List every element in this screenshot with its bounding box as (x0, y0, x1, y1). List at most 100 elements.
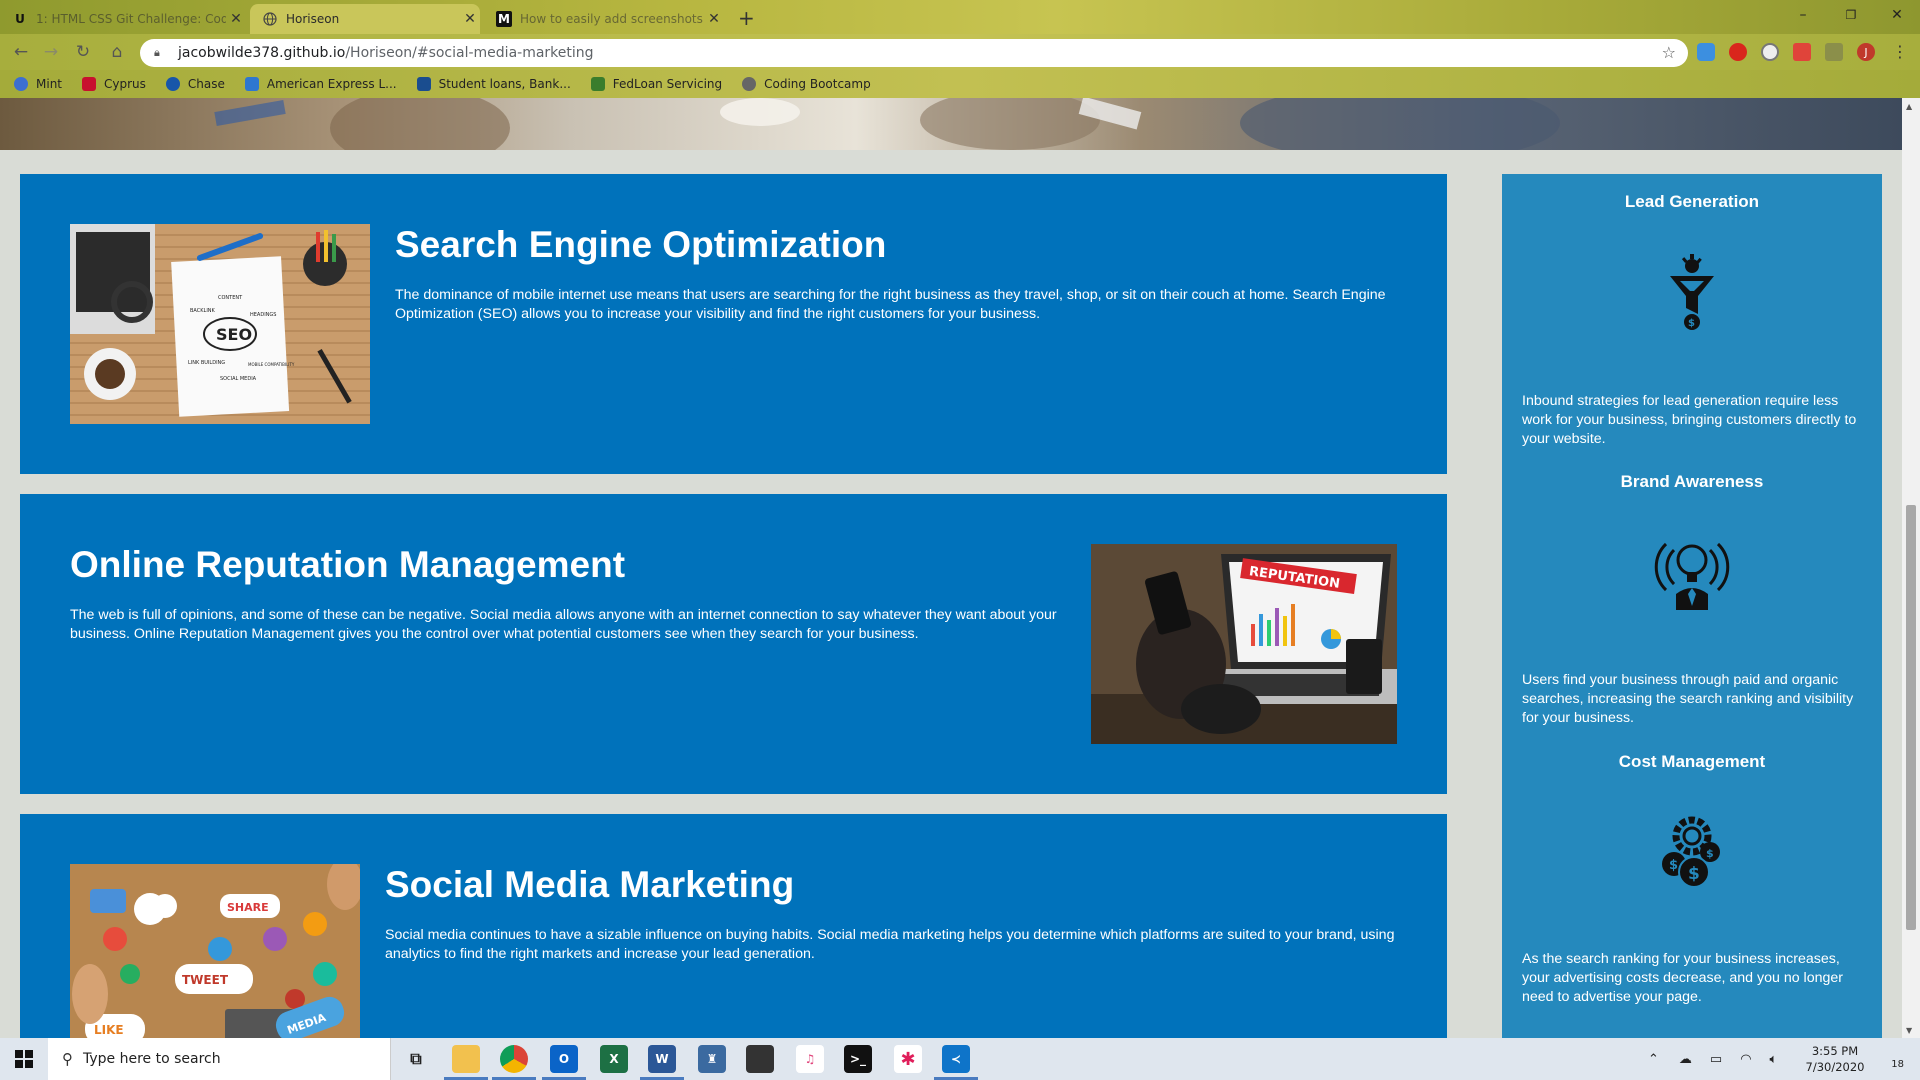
scroll-down-arrow-icon[interactable]: ▼ (1906, 1026, 1912, 1035)
show-hidden-icons-chevron-icon[interactable]: ⌃ (1648, 1052, 1659, 1067)
browser-tab-challenge[interactable]: U 1: HTML CSS Git Challenge: Code ✕ (0, 4, 246, 34)
extension-video-icon[interactable] (1793, 43, 1811, 61)
back-arrow-icon[interactable]: ← (10, 41, 32, 63)
bookmark-coding-bootcamp[interactable]: Coding Bootcamp (742, 77, 871, 91)
windows-start-button[interactable] (0, 1038, 48, 1080)
tab-title: Horiseon (286, 12, 340, 26)
outlook-icon[interactable]: O (542, 1045, 586, 1080)
social-media-marketing-section: SHARE TWEET LIKE MEDIA Social Media Mark… (20, 814, 1447, 1038)
seo-image-word: HEADINGS (250, 312, 276, 318)
seo-image-text: SEO (216, 325, 252, 344)
benefit-title: Cost Management (1618, 752, 1766, 771)
section-body: Social media continues to have a sizable… (385, 927, 1395, 962)
url-host: jacobwilde378.github.io (178, 45, 346, 61)
bookmark-chase[interactable]: Chase (165, 77, 225, 91)
page-scrollbar[interactable]: ▲ ▼ (1902, 98, 1920, 1038)
action-center-button[interactable]: 18 (1880, 1048, 1904, 1070)
menu-kebab-icon[interactable]: ⋮ (1892, 42, 1908, 61)
close-tab-icon[interactable]: ✕ (460, 11, 480, 27)
close-tab-icon[interactable]: ✕ (226, 11, 246, 27)
taskbar-clock[interactable]: 3:55 PM 7/30/2020 (1800, 1043, 1870, 1075)
terminal-icon[interactable]: >_ (844, 1045, 872, 1073)
close-window-button[interactable]: ✕ (1874, 0, 1920, 30)
vscode-icon[interactable]: ≺ (934, 1045, 978, 1080)
sticky-notes-icon[interactable] (746, 1045, 774, 1073)
extension-circle-icon[interactable] (1761, 43, 1779, 61)
excel-icon[interactable]: X (600, 1045, 628, 1073)
seo-image: SEO CONTENT BACKLINK HEADINGS LINK BUILD… (70, 224, 370, 424)
taskbar-search-box[interactable]: ⚲ Type here to search (48, 1038, 391, 1080)
social-image-word: TWEET (182, 973, 229, 987)
fedloan-icon (590, 77, 605, 91)
medium-favicon-icon: M (496, 11, 512, 27)
task-view-icon[interactable]: ⧉ (402, 1045, 430, 1073)
seo-image-word: CONTENT (218, 295, 243, 301)
scrollbar-thumb[interactable] (1906, 505, 1916, 930)
benefit-body: Inbound strategies for lead generation r… (1522, 393, 1857, 447)
benefit-body: As the search ranking for your business … (1522, 951, 1843, 1005)
brand-awareness-icon (1654, 542, 1730, 610)
amex-icon (244, 77, 259, 91)
browser-tab-strip: U 1: HTML CSS Git Challenge: Code ✕ Hori… (0, 0, 1920, 34)
section-title: Search Engine Optimization (395, 224, 887, 265)
taskbar-search-placeholder: Type here to search (83, 1051, 221, 1067)
svg-text:$: $ (1669, 858, 1678, 873)
bookmark-american-express[interactable]: American Express L... (244, 77, 397, 91)
cost-management-icon: $ $ $ (1662, 816, 1720, 888)
globe-icon (742, 77, 757, 91)
app-icon[interactable]: ♜ (698, 1045, 726, 1073)
bank-icon (416, 77, 431, 91)
extension-cloud-icon[interactable] (1697, 43, 1715, 61)
search-icon: ⚲ (62, 1050, 73, 1068)
seo-image-word: LINK BUILDING (188, 360, 225, 366)
bookmark-fedloan[interactable]: FedLoan Servicing (590, 77, 722, 91)
page-viewport: SEO CONTENT BACKLINK HEADINGS LINK BUILD… (0, 98, 1902, 1038)
minimize-button[interactable]: – (1780, 0, 1826, 30)
bookmark-cyprus[interactable]: Cyprus (82, 77, 146, 91)
reload-icon[interactable]: ↻ (72, 41, 94, 63)
lock-icon: 🔒︎ (154, 46, 160, 59)
hero-image (0, 98, 1902, 150)
reputation-image: REPUTATION (1091, 544, 1397, 744)
slack-icon[interactable]: ✱ (894, 1045, 922, 1073)
url-path: /Horiseon/#social-media-marketing (345, 45, 594, 61)
close-tab-icon[interactable]: ✕ (704, 11, 724, 27)
section-title: Online Reputation Management (70, 544, 626, 585)
udemy-favicon-icon: U (15, 12, 25, 26)
section-body: The dominance of mobile internet use mea… (395, 287, 1386, 322)
onedrive-cloud-icon[interactable]: ☁ (1679, 1052, 1692, 1067)
notification-count: 18 (1891, 1059, 1904, 1070)
volume-icon[interactable]: 🔈︎ (1770, 1052, 1778, 1067)
restore-button[interactable]: ❐ (1828, 0, 1874, 30)
bookmark-mint[interactable]: Mint (14, 77, 62, 91)
chrome-icon[interactable] (492, 1045, 536, 1080)
new-tab-button[interactable]: + (738, 6, 755, 30)
benefit-title: Lead Generation (1624, 192, 1760, 211)
browser-tab-horiseon[interactable]: Horiseon ✕ (250, 4, 480, 34)
clock-date: 7/30/2020 (1805, 1060, 1865, 1074)
scroll-up-arrow-icon[interactable]: ▲ (1906, 102, 1912, 111)
bookmark-star-icon[interactable]: ☆ (1662, 43, 1676, 62)
tab-title: How to easily add screenshots in (520, 12, 704, 26)
bookmark-student-loans[interactable]: Student loans, Bank... (416, 77, 571, 91)
word-icon[interactable]: W (640, 1045, 684, 1080)
forward-arrow-icon[interactable]: → (40, 41, 62, 63)
browser-tab-medium[interactable]: M How to easily add screenshots in ✕ (484, 4, 724, 34)
itunes-icon[interactable]: ♫ (796, 1045, 824, 1073)
battery-icon[interactable]: ▭ (1710, 1052, 1722, 1067)
benefit-body: Users find your business through paid an… (1522, 672, 1854, 726)
browser-toolbar: ← → ↻ ⌂ 🔒︎ jacobwilde378.github.io/Horis… (0, 34, 1920, 70)
file-explorer-icon[interactable] (444, 1045, 488, 1080)
svg-text:$: $ (1688, 318, 1695, 329)
wifi-icon[interactable]: ◠ (1740, 1052, 1751, 1067)
home-icon[interactable]: ⌂ (106, 41, 128, 63)
social-image-word: LIKE (94, 1023, 124, 1037)
cyprus-icon (82, 77, 96, 91)
system-tray: ⌃ ☁ ▭ ◠ 🔈︎ (1648, 1038, 1777, 1080)
bookmarks-bar: Mint Cyprus Chase American Express L... … (0, 70, 1920, 98)
extensions-puzzle-icon[interactable] (1825, 43, 1843, 61)
extension-red-icon[interactable] (1729, 43, 1747, 61)
profile-avatar[interactable]: J (1857, 43, 1875, 61)
windows-logo-icon (15, 1050, 33, 1068)
address-bar[interactable]: 🔒︎ jacobwilde378.github.io/Horiseon/#soc… (140, 39, 1688, 67)
